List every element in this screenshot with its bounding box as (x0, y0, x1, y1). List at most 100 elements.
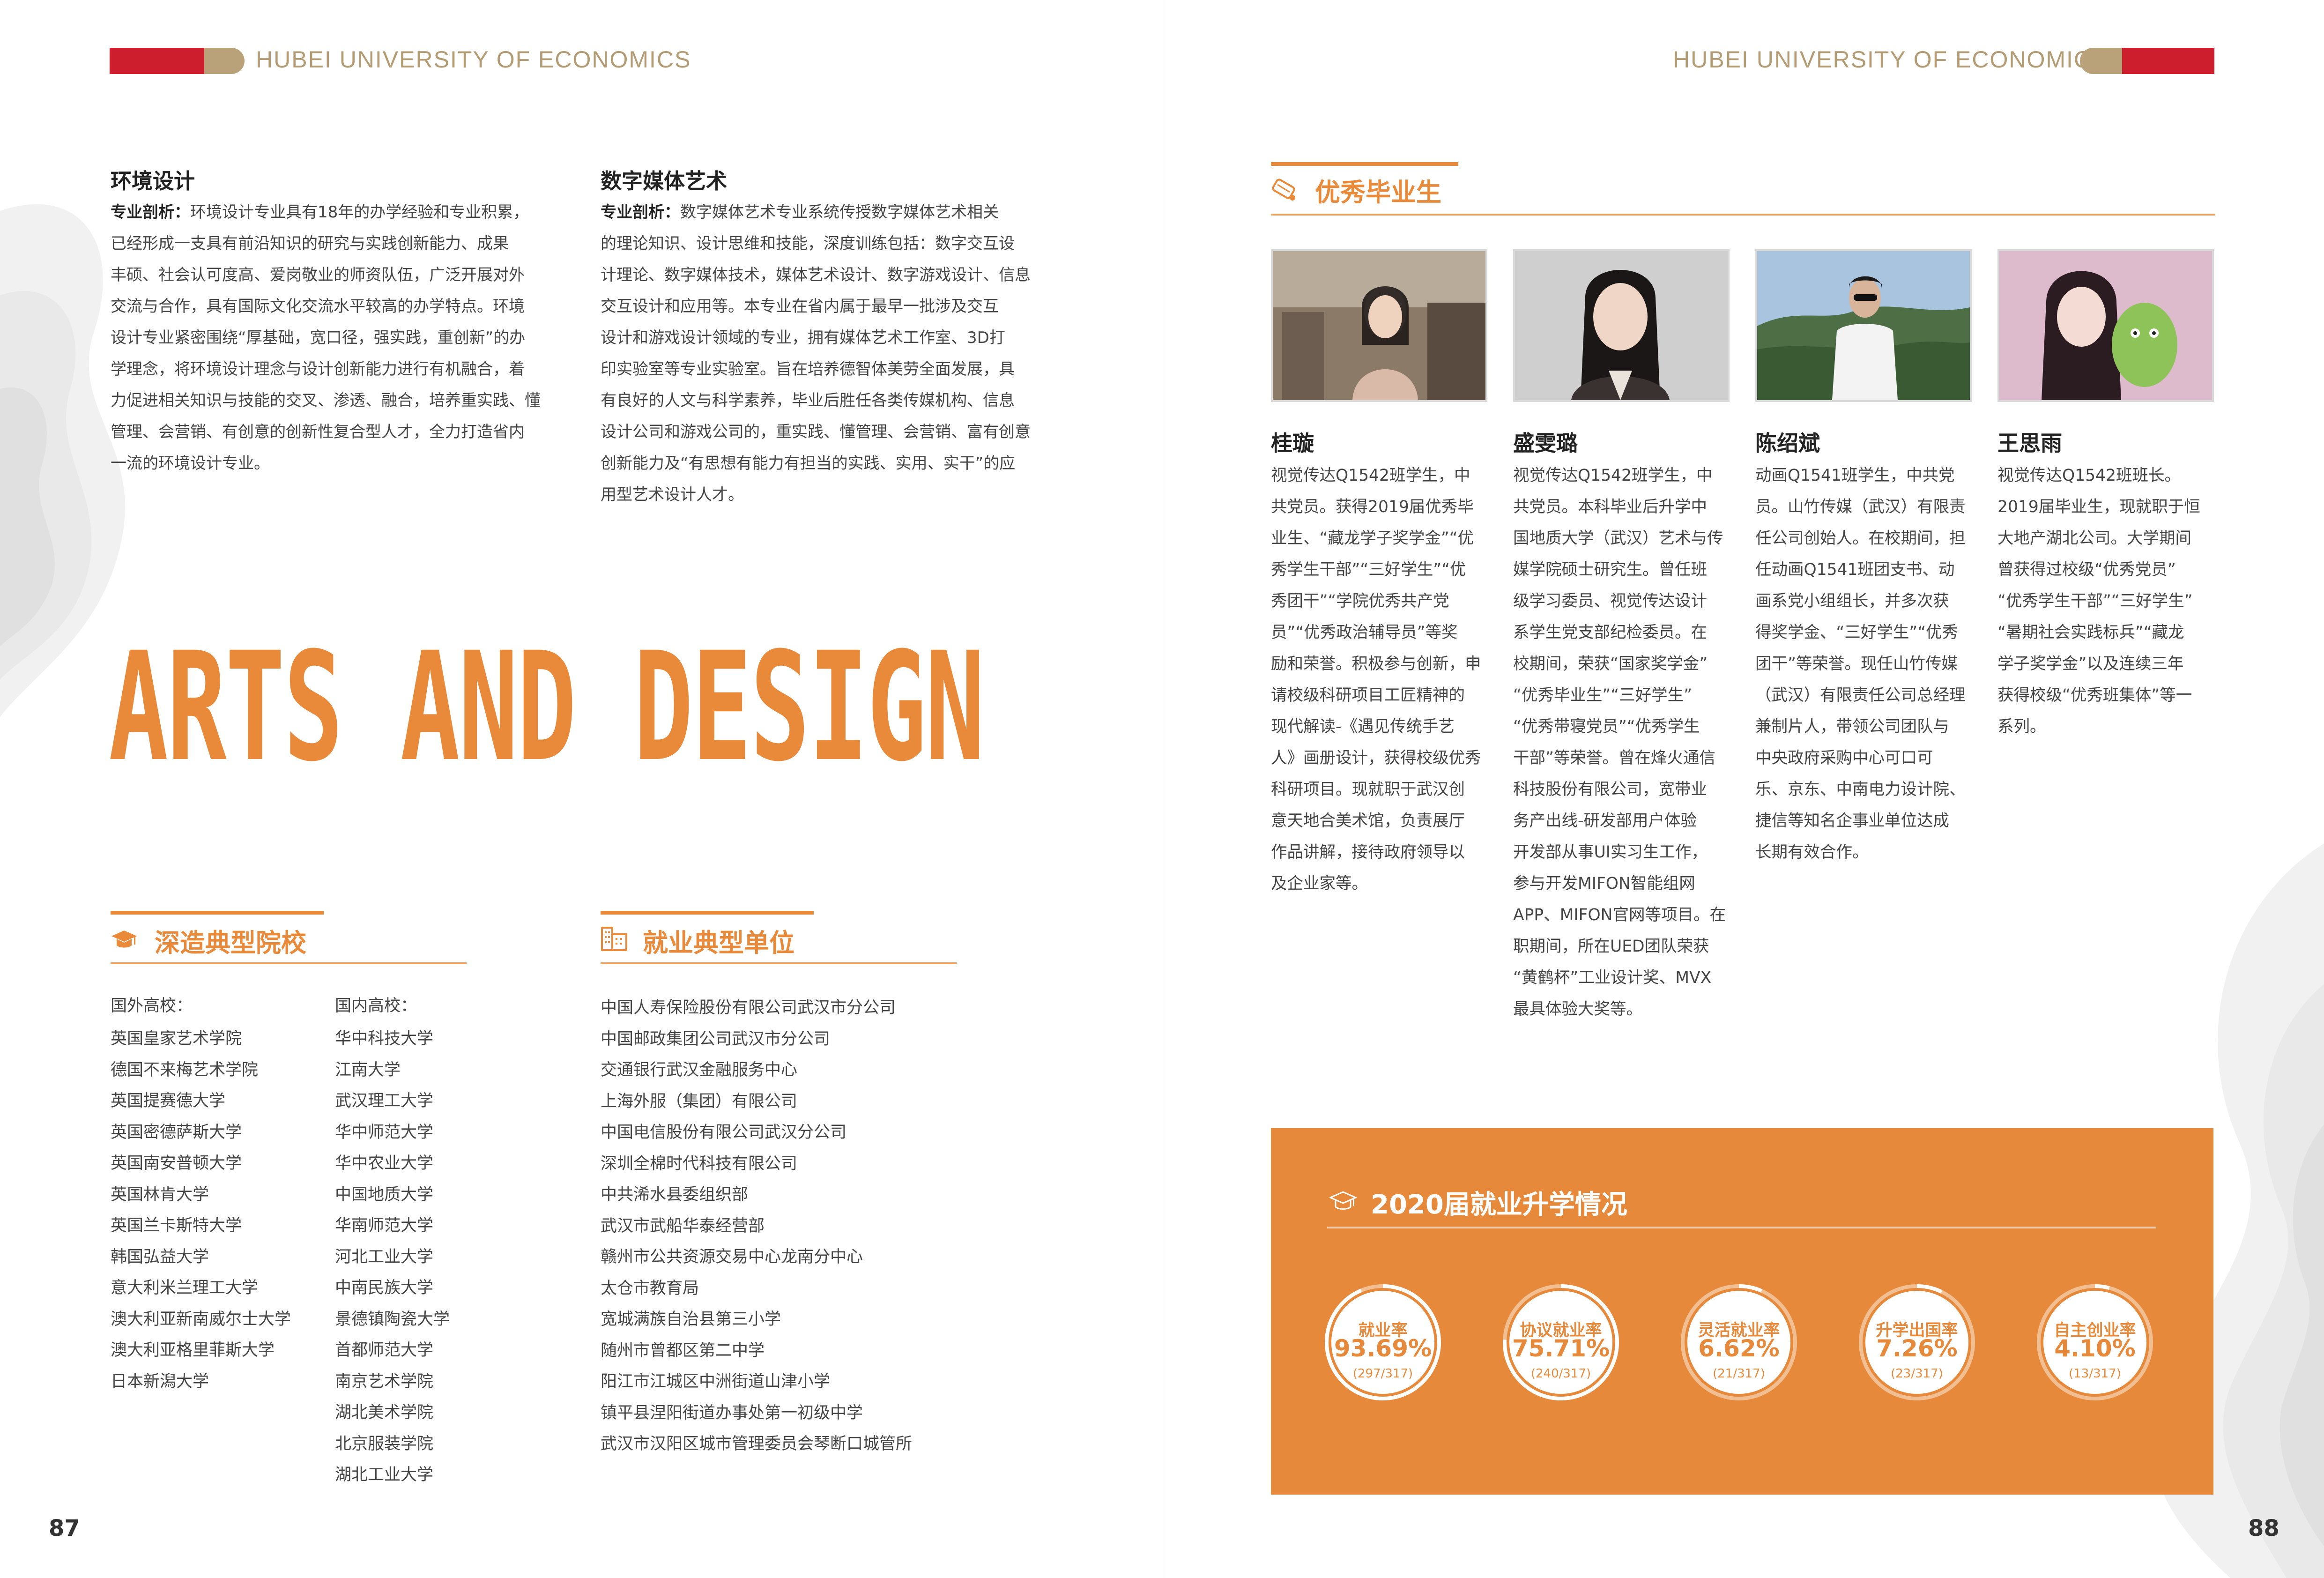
bio-line: 干部”等荣誉。曾在烽火通信 (1513, 749, 1715, 767)
env-line: 管理、会营销、有创意的创新性复合型人才，全力打造省内 (111, 423, 525, 441)
foreign-schools-list: 英国皇家艺术学院 德国不来梅艺术学院 英国提赛德大学 英国密德萨斯大学 英国南安… (111, 1023, 291, 1397)
dm-line: 创新能力及“有思想有能力有担当的实践、实用、实干”的应 (601, 454, 1016, 473)
list-item: 太仓市教育局 (601, 1279, 699, 1298)
list-item: 湖北美术学院 (335, 1403, 434, 1422)
header-red-bar (110, 48, 204, 74)
list-item: 英国密德萨斯大学 (111, 1123, 242, 1142)
bio-line: APP、MIFON官网等项目。在 (1513, 906, 1726, 924)
bio-line: 共党员。获得2019届优秀毕 (1271, 498, 1474, 516)
dm-line: 有良好的人文与科学素养，毕业后胜任各类传媒机构、信息 (601, 391, 1015, 410)
bio-line: 业生、“藏龙学子奖学金”“优 (1271, 529, 1474, 548)
bio-line: 员”“优秀政治辅导员”等奖 (1271, 623, 1458, 642)
list-item: 武汉理工大学 (335, 1092, 434, 1110)
employers-section-title: 就业典型单位 (643, 928, 794, 958)
list-item: 华中农业大学 (335, 1154, 434, 1173)
bio-line: 最具体验大奖等。 (1513, 1000, 1642, 1019)
bio-line: 视觉传达Q1542班学生，中 (1513, 466, 1713, 485)
dm-line: 用型艺术设计人才。 (601, 485, 744, 504)
bio-line: 视觉传达Q1542班学生，中 (1271, 466, 1470, 485)
list-item: 韩国弘益大学 (111, 1247, 209, 1266)
dm-line: 的理论知识、设计思维和技能，深度训练包括：数字交互设 (601, 234, 1015, 253)
foreign-schools-label: 国外高校： (111, 997, 193, 1015)
bio-line: 学子奖学金”以及连续三年 (1997, 655, 2184, 673)
list-item: 英国南安普顿大学 (111, 1154, 242, 1173)
stat-value: 75.71% (1512, 1335, 1610, 1362)
graduates-divider (1271, 214, 2215, 216)
schools-divider (111, 962, 467, 964)
bio-line: 乐、京东、中南电力设计院、 (1755, 780, 1966, 799)
header-university-name: HUBEI UNIVERSITY OF ECONOMICS (256, 46, 691, 73)
bio-line: 请校级科研项目工匠精神的 (1271, 686, 1465, 705)
dm-line: 印实验室等专业实验室。旨在培养德智体美劳全面发展，具 (601, 360, 1015, 379)
stat-entrepreneurship-rate: 自主创业率 4.10% (13/317) (2035, 1282, 2155, 1402)
bio-line: 视觉传达Q1542班班长。 (1997, 466, 2181, 485)
list-item: 德国不来梅艺术学院 (111, 1060, 259, 1079)
env-line: 丰硕、社会认可度高、爱岗敬业的师资队伍，广泛开展对外 (111, 266, 525, 284)
graduate-bio: 视觉传达Q1542班学生，中 共党员。获得2019届优秀毕 业生、“藏龙学子奖学… (1271, 460, 1491, 900)
bio-line: “优秀毕业生”“三好学生” (1513, 686, 1692, 705)
env-design-text: 专业剖析：环境设计专业具有18年的办学经验和专业积累， 已经形成一支具有前沿知识… (111, 197, 565, 479)
header-red-bar (2122, 48, 2214, 74)
schools-section-title: 深造典型院校 (155, 928, 306, 958)
bio-line: 得奖学金、“三好学生”“优秀 (1755, 623, 1959, 642)
list-item: 中国电信股份有限公司武汉分公司 (601, 1123, 847, 1142)
bio-line: 画系党小组组长，并多次获 (1755, 592, 1949, 610)
list-item: 首都师范大学 (335, 1341, 434, 1360)
stat-count: (240/317) (1530, 1367, 1591, 1381)
env-design-title: 环境设计 (111, 169, 195, 194)
graduate-photo (1997, 249, 2214, 402)
graduation-cap-icon (111, 930, 137, 948)
bio-line: 系学生党支部纪检委员。在 (1513, 623, 1707, 642)
list-item: 中国地质大学 (335, 1185, 434, 1204)
bio-line: 曾获得过校级“优秀党员” (1997, 560, 2176, 579)
env-line: 设计专业紧密围绕“厚基础，宽口径，强实践，重创新”的办 (111, 328, 526, 347)
bio-line: 媒学院硕士研究生。曾任班 (1513, 560, 1707, 579)
bio-line: 开发部从事UI实习生工作， (1513, 843, 1708, 862)
dm-line: 计理论、数字媒体技术，媒体艺术设计、数字游戏设计、信息 (601, 266, 1031, 284)
left-page: HUBEI UNIVERSITY OF ECONOMICS 环境设计 专业剖析：… (0, 0, 1162, 1578)
bio-line: “暑期社会实践标兵”“藏龙 (1997, 623, 2184, 642)
graduate-photo (1271, 249, 1487, 402)
list-item: 中南民族大学 (335, 1279, 434, 1297)
list-item: 英国皇家艺术学院 (111, 1029, 242, 1048)
stat-employment-rate: 就业率 93.69% (297/317) (1323, 1282, 1443, 1402)
stat-flexible-rate: 灵活就业率 6.62% (21/317) (1679, 1282, 1799, 1402)
header-gold-bar (2080, 48, 2122, 74)
stat-value: 7.26% (1876, 1335, 1958, 1362)
list-item: 江南大学 (335, 1060, 401, 1079)
stat-contract-rate: 协议就业率 75.71% (240/317) (1501, 1282, 1621, 1402)
bio-line: 及企业家等。 (1271, 874, 1368, 893)
bio-line: 作品讲解，接待政府领导以 (1271, 843, 1465, 862)
bio-line: 捷信等知名企事业单位达成 (1755, 811, 1949, 830)
list-item: 赣州市公共资源交易中心龙南分中心 (601, 1248, 863, 1266)
arts-and-design-title: ARTS AND DESIGN (109, 620, 985, 795)
dm-line: 设计公司和游戏公司的，重实践、懂管理、会营销、富有创意 (601, 423, 1031, 441)
env-line: 力促进相关知识与技能的交叉、渗透、融合，培养重实践、懂 (111, 391, 541, 410)
stat-count: (21/317) (1713, 1367, 1765, 1381)
bio-line: 共党员。本科毕业后升学中 (1513, 498, 1707, 516)
list-item: 上海外服（集团）有限公司 (601, 1092, 798, 1111)
graduate-name: 盛雯璐 (1513, 431, 1578, 456)
graduate-photo (1513, 249, 1730, 402)
stats-title: 2020届就业升学情况 (1371, 1190, 1627, 1220)
list-item: 澳大利亚新南威尔士大学 (111, 1310, 291, 1329)
list-item: 中国人寿保险股份有限公司武汉市分公司 (601, 998, 896, 1017)
list-item: 澳大利亚格里菲斯大学 (111, 1341, 275, 1360)
list-item: 华中科技大学 (335, 1029, 434, 1048)
bio-line: 科技股份有限公司，宽带业 (1513, 780, 1707, 799)
bio-line: 现代解读-《遇见传统手艺 (1271, 717, 1455, 736)
env-line: 交流与合作，具有国际文化交流水平较高的办学特点。环境 (111, 297, 525, 316)
bio-line: 员。山竹传媒（武汉）有限责 (1755, 498, 1966, 516)
bio-line: 国地质大学（武汉）艺术与传 (1513, 529, 1723, 548)
page-number-left: 87 (49, 1515, 80, 1541)
list-item: 北京服装学院 (335, 1434, 434, 1453)
bio-line: 获得校级“优秀班集体”等一 (1997, 686, 2192, 705)
stat-value: 4.10% (2054, 1335, 2136, 1362)
bio-line: 动画Q1541班学生，中共党 (1755, 466, 1955, 485)
graduate-bio: 视觉传达Q1542班班长。 2019届毕业生，现就职于恒 大地产湖北公司。大学期… (1997, 460, 2218, 743)
list-item: 交通银行武汉金融服务中心 (601, 1061, 798, 1079)
graduation-cap-icon (1329, 1191, 1357, 1210)
bio-line: 意天地合美术馆，负责展厅 (1271, 811, 1465, 830)
list-item: 英国兰卡斯特大学 (111, 1216, 242, 1235)
employers-title-underline (601, 911, 814, 915)
